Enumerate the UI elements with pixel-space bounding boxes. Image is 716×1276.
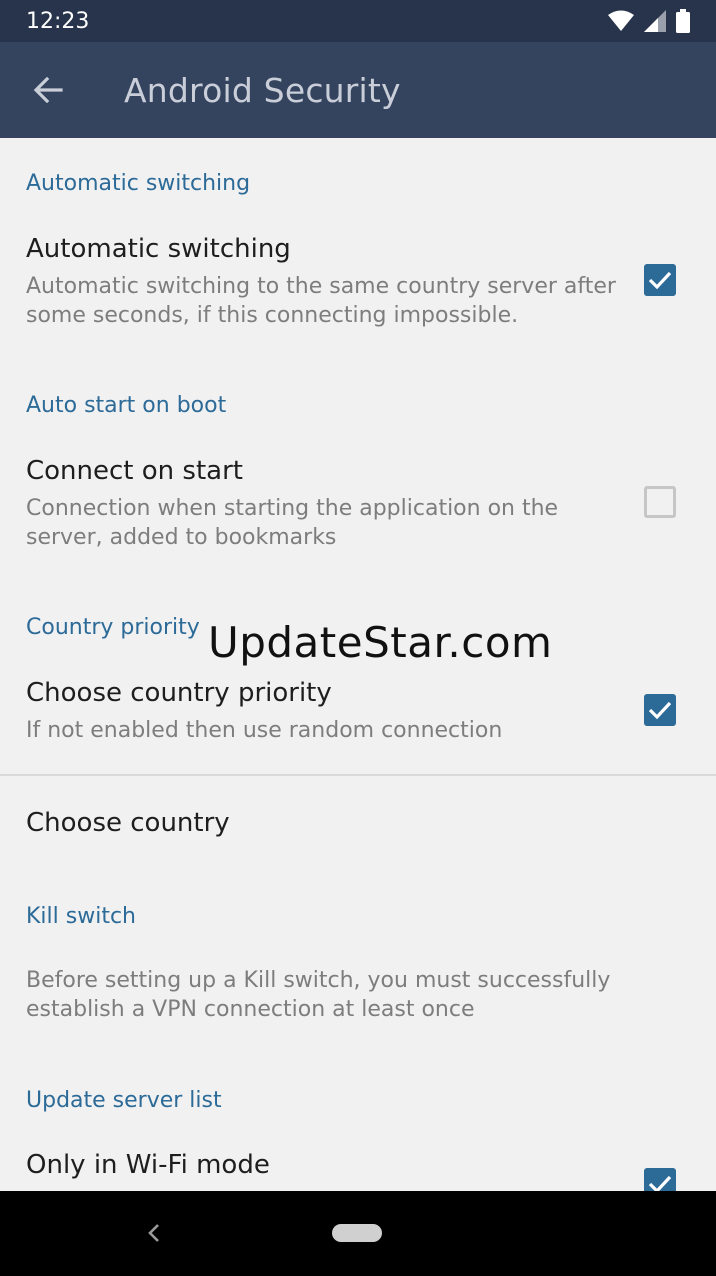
nav-back-icon[interactable] xyxy=(140,1219,168,1247)
pref-summary: Connection when starting the application… xyxy=(26,496,559,550)
pref-only-wifi-mode[interactable]: Only in Wi-Fi mode xyxy=(0,1134,716,1191)
pref-automatic-switching[interactable]: Automatic switching Automatic switching … xyxy=(0,218,716,348)
watermark-text: UpdateStar.com xyxy=(208,618,553,667)
connect-on-start-checkbox[interactable] xyxy=(644,486,676,518)
check-icon xyxy=(648,1175,672,1191)
back-button[interactable] xyxy=(0,42,96,138)
only-wifi-checkbox[interactable] xyxy=(644,1168,676,1191)
automatic-switching-checkbox[interactable] xyxy=(644,264,676,296)
status-bar: 12:23 xyxy=(0,0,716,42)
settings-list[interactable]: Automatic switching Automatic switching … xyxy=(0,138,716,1191)
nav-home-pill[interactable] xyxy=(332,1224,382,1242)
app-bar: Android Security xyxy=(0,42,716,138)
section-header-automatic-switching: Automatic switching xyxy=(26,171,251,196)
pref-summary: Before setting up a Kill switch, you mus… xyxy=(26,968,611,1022)
check-icon xyxy=(648,701,672,720)
pref-choose-country[interactable]: Choose country xyxy=(0,776,716,876)
pref-connect-on-start[interactable]: Connect on start Connection when startin… xyxy=(0,440,716,570)
status-time: 12:23 xyxy=(26,8,90,34)
pref-title: Choose country xyxy=(26,808,230,838)
pref-summary: Automatic switching to the same country … xyxy=(26,274,616,328)
wifi-icon xyxy=(608,10,634,31)
pref-choose-country-priority[interactable]: Choose country priority If not enabled t… xyxy=(0,662,716,772)
pref-title: Only in Wi-Fi mode xyxy=(26,1150,270,1180)
section-header-auto-start: Auto start on boot xyxy=(26,393,227,418)
arrow-back-icon xyxy=(33,77,63,103)
status-icons xyxy=(608,9,690,33)
pref-title: Automatic switching xyxy=(26,234,291,264)
battery-icon xyxy=(676,9,690,33)
section-header-kill-switch: Kill switch xyxy=(26,904,136,929)
section-header-update-server-list: Update server list xyxy=(26,1088,222,1113)
check-icon xyxy=(648,271,672,290)
navigation-bar xyxy=(0,1191,716,1276)
section-header-country-priority: Country priority xyxy=(26,615,200,640)
country-priority-checkbox[interactable] xyxy=(644,694,676,726)
pref-summary: If not enabled then use random connectio… xyxy=(26,718,503,743)
signal-icon xyxy=(644,10,666,32)
pref-title: Connect on start xyxy=(26,456,243,486)
pref-title: Choose country priority xyxy=(26,678,332,708)
page-title: Android Security xyxy=(124,70,401,110)
pref-kill-switch[interactable]: Before setting up a Kill switch, you mus… xyxy=(0,950,716,1060)
